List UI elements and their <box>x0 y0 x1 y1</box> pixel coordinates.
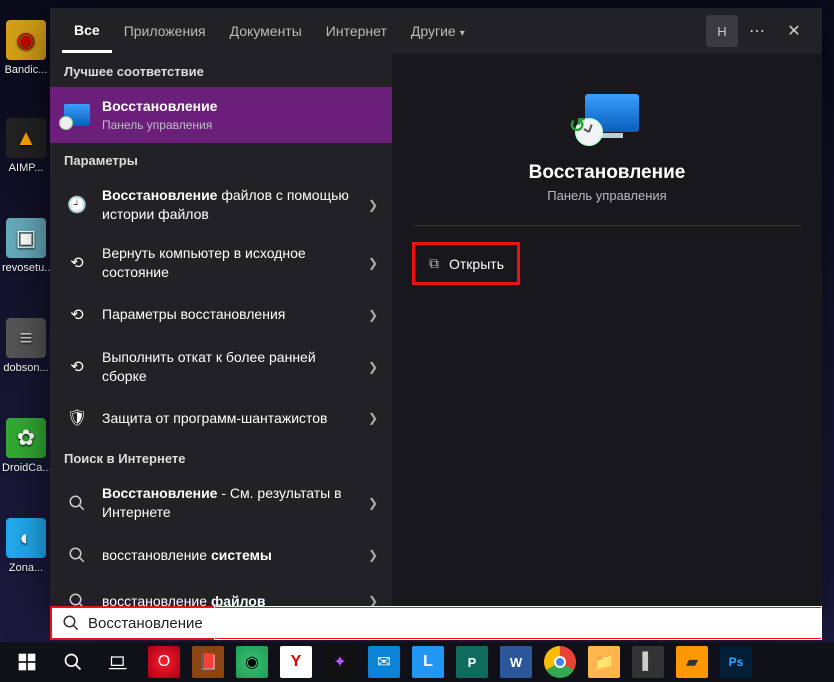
result-web-general[interactable]: Восстановление - См. результаты в Интерн… <box>50 474 392 532</box>
result-history-files[interactable]: 🕘 Восстановление файлов с помощью истори… <box>50 176 392 234</box>
reset-icon: ⟲ <box>64 250 90 276</box>
tab-all[interactable]: Все <box>62 10 112 53</box>
section-parameters: Параметры <box>50 143 392 176</box>
search-icon <box>64 490 90 516</box>
tab-internet[interactable]: Интернет <box>314 11 399 51</box>
tab-documents[interactable]: Документы <box>218 11 314 51</box>
result-web-files[interactable]: восстановление файлов ❯ <box>50 578 392 608</box>
preview-title: Восстановление <box>529 162 686 184</box>
desktop-icon-zona[interactable]: ◐Zona... <box>2 518 50 574</box>
tab-more[interactable]: Другие▾ <box>399 11 477 51</box>
chevron-right-icon: ❯ <box>368 308 378 322</box>
search-flyout: Все Приложения Документы Интернет Другие… <box>50 8 822 608</box>
open-icon: ⧉ <box>429 255 439 272</box>
reset-icon: ⟲ <box>64 302 90 328</box>
chevron-down-icon: ▾ <box>460 28 465 39</box>
search-header: Все Приложения Документы Интернет Другие… <box>50 8 822 54</box>
open-button[interactable]: ⧉ Открыть <box>412 242 520 285</box>
taskbar-app-shortcut[interactable]: ✦ <box>324 646 356 678</box>
search-query-text: Восстановление <box>88 615 203 632</box>
desktop-icon-droidcam[interactable]: ✿DroidCa... <box>2 418 50 474</box>
chevron-right-icon: ❯ <box>368 411 378 425</box>
search-taskbar-button[interactable] <box>50 642 96 682</box>
section-best-match: Лучшее соответствие <box>50 54 392 87</box>
taskbar-app-sublime[interactable]: ▰ <box>676 646 708 678</box>
result-recovery-options[interactable]: ⟲ Параметры восстановления ❯ <box>50 292 392 338</box>
taskbar-app-chrome[interactable] <box>544 646 576 678</box>
user-avatar[interactable]: Н <box>706 15 738 47</box>
taskbar-app-word[interactable]: W <box>500 646 532 678</box>
results-pane: Лучшее соответствие Восстановление Панел… <box>50 54 392 608</box>
chevron-right-icon: ❯ <box>368 548 378 562</box>
search-input[interactable]: Восстановление <box>50 606 822 640</box>
desktop-icon-aimp[interactable]: ▲AIMP... <box>2 118 50 174</box>
taskbar-app-photoshop[interactable]: Ps <box>720 646 752 678</box>
desktop-icon-dobson[interactable]: ≡dobson... <box>2 318 50 374</box>
search-icon <box>62 614 80 632</box>
result-ransomware[interactable]: 🛡 Защита от программ-шантажистов ❯ <box>50 395 392 441</box>
taskbar-app-yandex[interactable]: Y <box>280 646 312 678</box>
chevron-right-icon: ❯ <box>368 360 378 374</box>
tab-apps[interactable]: Приложения <box>112 11 218 51</box>
taskbar-app-l[interactable]: L <box>412 646 444 678</box>
chevron-right-icon: ❯ <box>368 496 378 510</box>
history-icon: 🕘 <box>64 192 90 218</box>
close-button[interactable]: ✕ <box>778 15 810 47</box>
recovery-large-icon: ↺ <box>575 94 639 146</box>
more-options-button[interactable]: ⋯ <box>742 15 774 47</box>
shield-icon: 🛡 <box>64 405 90 431</box>
desktop-icon-revo[interactable]: ▣revosetu... <box>2 218 50 274</box>
desktop-icon-bandicam[interactable]: ◉Bandic... <box>2 20 50 76</box>
taskbar-app-publisher[interactable]: P <box>456 646 488 678</box>
start-button[interactable] <box>4 642 50 682</box>
taskbar-app-book[interactable]: 📕 <box>192 646 224 678</box>
preview-subtitle: Панель управления <box>547 188 666 203</box>
result-rollback[interactable]: ⟲ Выполнить откат к более ранней сборке … <box>50 338 392 396</box>
taskbar-app-opera[interactable]: O <box>148 646 180 678</box>
taskbar-app-mail[interactable]: ✉ <box>368 646 400 678</box>
recovery-icon <box>64 102 90 128</box>
preview-pane: ↺ Восстановление Панель управления ⧉ Отк… <box>392 54 822 608</box>
taskbar-app-explorer[interactable]: 📁 <box>588 646 620 678</box>
task-view-button[interactable] <box>96 642 142 682</box>
taskbar-app-cmd[interactable]: ▌ <box>632 646 664 678</box>
section-web-search: Поиск в Интернете <box>50 441 392 474</box>
taskbar-app-globe[interactable]: ◉ <box>236 646 268 678</box>
result-reset-pc[interactable]: ⟲ Вернуть компьютер в исходное состояние… <box>50 234 392 292</box>
chevron-right-icon: ❯ <box>368 198 378 212</box>
search-icon <box>64 542 90 568</box>
result-best-match[interactable]: Восстановление Панель управления <box>50 87 392 143</box>
taskbar: O 📕 ◉ Y ✦ ✉ L P W 📁 ▌ ▰ Ps <box>0 642 834 682</box>
reset-icon: ⟲ <box>64 354 90 380</box>
chevron-right-icon: ❯ <box>368 256 378 270</box>
result-web-system[interactable]: восстановление системы ❯ <box>50 532 392 578</box>
